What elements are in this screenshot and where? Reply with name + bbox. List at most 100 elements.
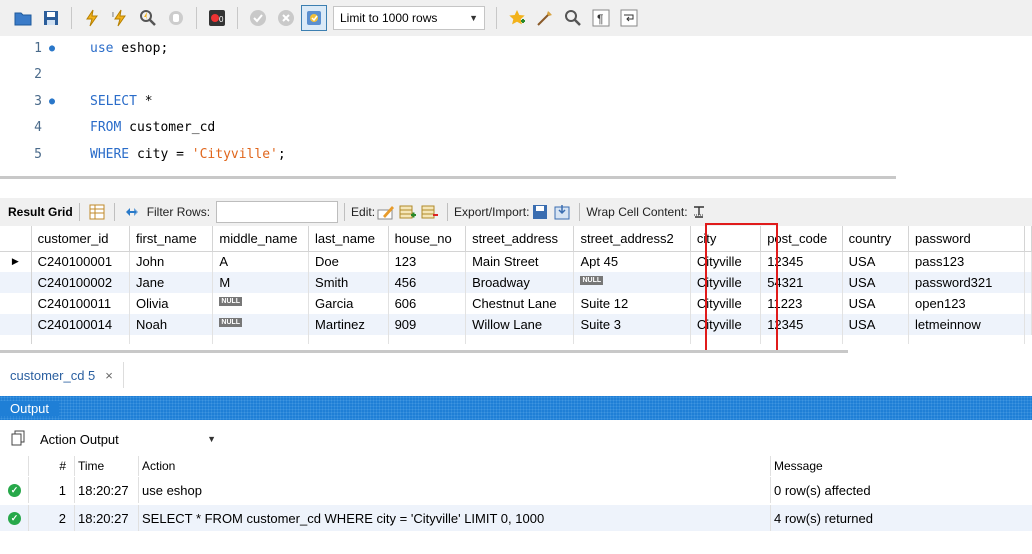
column-header-city[interactable]: city — [690, 226, 762, 252]
export-icon[interactable] — [529, 202, 551, 222]
explain-icon[interactable] — [135, 5, 161, 31]
cell-street-address[interactable]: Broadway — [465, 272, 575, 293]
current-row-arrow-icon[interactable]: ▶ — [0, 251, 32, 272]
cell-country[interactable]: USA — [842, 272, 910, 293]
cell-street-address[interactable]: Main Street — [465, 251, 575, 272]
cell-city[interactable]: Cityville — [690, 314, 762, 335]
column-header-street-address2[interactable]: street_address2 — [573, 226, 691, 252]
cell-first-name[interactable]: Noah — [129, 314, 214, 335]
new-row-cell[interactable] — [212, 335, 310, 344]
list-item[interactable]: ✓ 1 18:20:27 use eshop 0 row(s) affected — [0, 477, 1032, 503]
limit-rows-select[interactable]: Limit to 1000 rows ▼ — [333, 6, 485, 30]
cell-post-code[interactable]: 11223 — [760, 293, 843, 314]
new-row-cell[interactable] — [908, 335, 1025, 344]
invisible-chars-icon[interactable]: ¶ — [588, 5, 614, 31]
cell-post-code[interactable]: 12345 — [760, 251, 843, 272]
new-row-cell[interactable] — [842, 335, 910, 344]
grid-horizontal-scrollbar[interactable] — [0, 350, 848, 353]
cell-post-code[interactable]: 12345 — [760, 314, 843, 335]
cell-password[interactable]: letmeinnow — [908, 314, 1025, 335]
stop-icon[interactable] — [163, 5, 189, 31]
table-row[interactable]: C240100011 Olivia NULL Garcia 606 Chestnut La… — [0, 293, 1032, 314]
table-row[interactable]: C240100002 Jane M Smith 456 Broadway NULL Cityv… — [0, 272, 1032, 293]
wrap-icon[interactable] — [616, 5, 642, 31]
output-type-select[interactable]: Action Output ▼ — [34, 428, 222, 450]
cell-street-address[interactable]: Chestnut Lane — [465, 293, 575, 314]
new-row-cell[interactable] — [465, 335, 575, 344]
cell-first-name[interactable]: Jane — [129, 272, 214, 293]
cell-country[interactable]: USA — [842, 251, 910, 272]
refresh-icon[interactable] — [121, 202, 143, 222]
column-header-post-code[interactable]: post_code — [760, 226, 843, 252]
cell-house-no[interactable]: 456 — [388, 272, 467, 293]
execute-icon[interactable] — [79, 5, 105, 31]
column-divider[interactable] — [138, 456, 139, 476]
editor-line[interactable]: 2 — [0, 63, 90, 87]
result-grid[interactable]: customer_id first_name middle_name last_nam… — [0, 226, 1032, 344]
save-icon[interactable] — [38, 5, 64, 31]
folder-open-icon[interactable] — [10, 5, 36, 31]
row-header[interactable] — [0, 335, 32, 344]
cell-city[interactable]: Cityville — [690, 272, 762, 293]
column-header-last-name[interactable]: last_name — [308, 226, 389, 252]
row-header[interactable] — [0, 272, 32, 293]
cell-customer-id[interactable]: C240100001 — [31, 251, 131, 272]
commit-icon[interactable] — [245, 5, 271, 31]
toggle-error-icon[interactable]: 0 — [204, 5, 230, 31]
column-header-street-address[interactable]: street_address — [465, 226, 575, 252]
filter-rows-input[interactable] — [216, 201, 339, 223]
column-divider[interactable] — [770, 456, 771, 476]
cell-first-name[interactable]: John — [129, 251, 214, 272]
editor-line[interactable]: 5 WHERE city = 'Cityville'; — [0, 142, 286, 166]
cell-last-name[interactable]: Smith — [308, 272, 389, 293]
editor-horizontal-scrollbar[interactable] — [0, 176, 896, 179]
cell-street-address2[interactable]: Suite 12 — [573, 293, 691, 314]
tab-customer-cd-5[interactable]: customer_cd 5 × — [0, 362, 124, 388]
new-row-cell[interactable] — [308, 335, 389, 344]
column-header-customer-id[interactable]: customer_id — [31, 226, 131, 252]
grid-layout-icon[interactable] — [86, 202, 108, 222]
copy-icon[interactable] — [10, 430, 26, 449]
cell-customer-id[interactable]: C240100011 — [31, 293, 131, 314]
cell-password[interactable]: password321 — [908, 272, 1025, 293]
cell-street-address2[interactable]: Apt 45 — [573, 251, 691, 272]
add-row-icon[interactable] — [397, 202, 419, 222]
new-row-placeholder[interactable] — [0, 335, 1032, 344]
cell-password[interactable]: open123 — [908, 293, 1025, 314]
cell-password[interactable]: pass123 — [908, 251, 1025, 272]
column-divider[interactable] — [74, 456, 75, 476]
new-row-cell[interactable] — [760, 335, 843, 344]
new-row-cell[interactable] — [573, 335, 691, 344]
wrap-cell-toggle-icon[interactable] — [688, 202, 710, 222]
cell-city[interactable]: Cityville — [690, 251, 762, 272]
cell-customer-id[interactable]: C240100002 — [31, 272, 131, 293]
new-row-cell[interactable] — [388, 335, 467, 344]
cell-country[interactable]: USA — [842, 314, 910, 335]
row-header[interactable] — [0, 293, 32, 314]
column-header-country[interactable]: country — [842, 226, 910, 252]
column-header-first-name[interactable]: first_name — [129, 226, 214, 252]
cell-street-address2[interactable]: Suite 3 — [573, 314, 691, 335]
autocommit-icon[interactable] — [301, 5, 327, 31]
cell-city[interactable]: Cityville — [690, 293, 762, 314]
cell-last-name[interactable]: Doe — [308, 251, 389, 272]
cell-middle-name[interactable]: NULL — [212, 293, 310, 314]
cell-country[interactable]: USA — [842, 293, 910, 314]
import-icon[interactable] — [551, 202, 573, 222]
close-icon[interactable]: × — [105, 368, 113, 383]
execute-current-icon[interactable]: I — [107, 5, 133, 31]
cell-street-address[interactable]: Willow Lane — [465, 314, 575, 335]
beautify-icon[interactable] — [532, 5, 558, 31]
cell-post-code[interactable]: 54321 — [760, 272, 843, 293]
editor-line[interactable]: 3 ● SELECT * — [0, 89, 152, 113]
new-row-cell[interactable] — [31, 335, 131, 344]
list-item[interactable]: ✓ 2 18:20:27 SELECT * FROM customer_cd WHER… — [0, 505, 1032, 531]
edit-row-icon[interactable] — [375, 202, 397, 222]
rollback-icon[interactable] — [273, 5, 299, 31]
cell-house-no[interactable]: 909 — [388, 314, 467, 335]
cell-street-address2[interactable]: NULL — [573, 272, 691, 293]
cell-middle-name[interactable]: A — [212, 251, 310, 272]
find-icon[interactable] — [560, 5, 586, 31]
cell-first-name[interactable]: Olivia — [129, 293, 214, 314]
cell-middle-name[interactable]: M — [212, 272, 310, 293]
